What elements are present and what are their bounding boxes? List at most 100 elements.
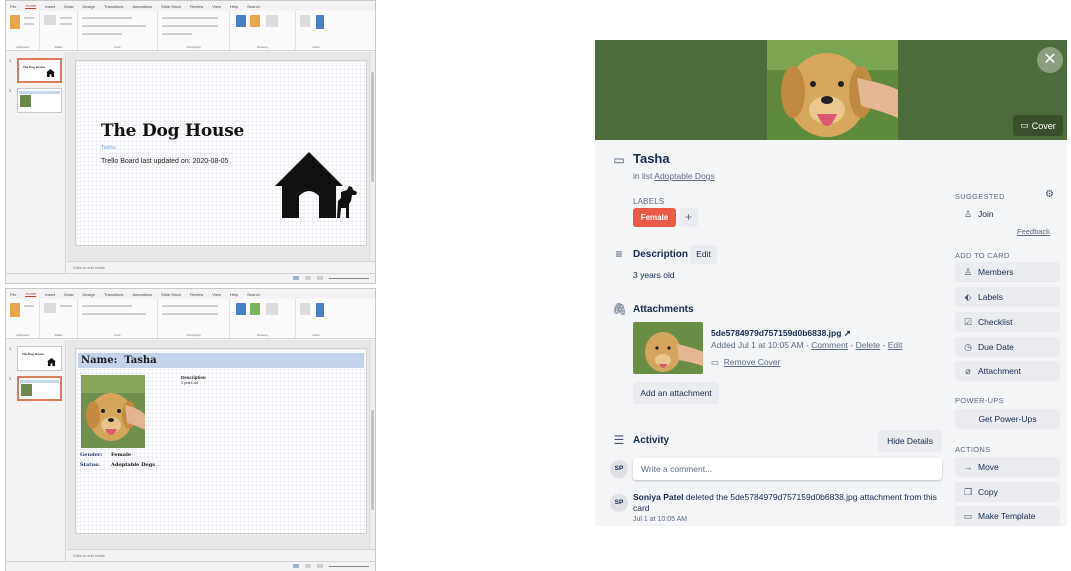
- feedback-link[interactable]: Feedback: [1017, 227, 1050, 236]
- label-female[interactable]: Female: [633, 208, 676, 227]
- zoom-slider[interactable]: [329, 565, 369, 567]
- external-link-icon[interactable]: ↗: [844, 328, 851, 338]
- list-link[interactable]: Adoptable Dogs: [654, 171, 715, 181]
- slide-title[interactable]: The Dog House: [101, 121, 244, 141]
- activity-user[interactable]: Soniya Patel: [633, 492, 684, 502]
- vertical-scrollbar[interactable]: [369, 340, 375, 561]
- ribbon-group-slides[interactable]: Slides: [40, 299, 78, 338]
- labels-button[interactable]: ⬖ Labels: [955, 287, 1060, 307]
- members-button[interactable]: ♙ Members: [955, 262, 1060, 282]
- tab-review[interactable]: Review: [190, 4, 203, 9]
- new-slide-icon[interactable]: [44, 15, 56, 25]
- reading-view-icon[interactable]: [317, 564, 323, 568]
- ribbon-group-slides[interactable]: Slides: [40, 11, 78, 50]
- description-value[interactable]: 3 years old: [181, 381, 198, 385]
- cover-button[interactable]: ▭ Cover: [1013, 115, 1063, 136]
- last-updated-text[interactable]: Trello Board last updated on: 2020-08-05: [101, 158, 228, 165]
- card-title[interactable]: Tasha: [633, 151, 670, 166]
- slide-subtitle[interactable]: Tasha: [101, 145, 116, 151]
- attachment-button[interactable]: ⌀ Attachment: [955, 361, 1060, 381]
- notes-pane[interactable]: Click to add notes: [67, 261, 375, 273]
- remove-cover-link[interactable]: ▭ Remove Cover: [711, 357, 780, 368]
- gear-icon[interactable]: ⚙: [1045, 189, 1054, 200]
- join-button[interactable]: ♙ Join: [955, 204, 1060, 224]
- slide-thumbnail-1[interactable]: The Dog House: [17, 346, 62, 371]
- close-icon[interactable]: ✕: [1037, 47, 1063, 73]
- notes-pane[interactable]: Click to add notes: [67, 549, 375, 561]
- tab-transitions[interactable]: Transitions: [104, 4, 123, 9]
- delete-link[interactable]: Delete: [856, 340, 881, 350]
- new-slide-icon[interactable]: [44, 303, 56, 313]
- reading-view-icon[interactable]: [317, 276, 323, 280]
- due-date-button[interactable]: ◷ Due Date: [955, 337, 1060, 357]
- tab-transitions[interactable]: Transitions: [104, 292, 123, 297]
- comment-input[interactable]: Write a comment...: [633, 458, 942, 480]
- attachment-thumbnail[interactable]: [633, 322, 703, 374]
- tab-animations[interactable]: Animations: [132, 4, 152, 9]
- copy-button[interactable]: ❐ Copy: [955, 482, 1060, 502]
- hide-details-button[interactable]: Hide Details: [878, 430, 942, 452]
- search-box[interactable]: Search: [247, 4, 260, 9]
- activity-timestamp[interactable]: Jul 1 at 10:05 AM: [633, 516, 687, 523]
- add-attachment-button[interactable]: Add an attachment: [633, 382, 719, 404]
- ribbon-group-font[interactable]: Font: [78, 11, 158, 50]
- ribbon-group-paragraph[interactable]: Paragraph: [158, 299, 230, 338]
- add-label-button[interactable]: +: [679, 208, 698, 227]
- paste-icon[interactable]: [10, 15, 20, 29]
- tab-file[interactable]: File: [10, 4, 16, 9]
- status-field[interactable]: Status: Adoptable Dogs: [80, 462, 155, 468]
- tab-file[interactable]: File: [10, 292, 16, 297]
- tab-insert[interactable]: Insert: [45, 4, 55, 9]
- tab-review[interactable]: Review: [190, 292, 203, 297]
- shapes-icon[interactable]: [236, 15, 246, 27]
- slide-canvas[interactable]: The Dog House Tasha Trello Board last up…: [75, 60, 367, 246]
- slide-thumbnail-2[interactable]: [17, 376, 62, 401]
- make-template-button[interactable]: ▭ Make Template: [955, 506, 1060, 526]
- tab-home[interactable]: Home: [25, 3, 37, 9]
- sorter-view-icon[interactable]: [305, 564, 311, 568]
- slide-thumbnail-1[interactable]: The Dog House: [17, 58, 62, 83]
- tab-help[interactable]: Help: [230, 4, 238, 9]
- dog-photo[interactable]: [81, 375, 145, 448]
- tab-view[interactable]: View: [212, 4, 221, 9]
- editing-icon[interactable]: [300, 15, 310, 27]
- slide-thumbnail-2[interactable]: [17, 88, 62, 113]
- dictate-icon[interactable]: [316, 15, 324, 29]
- dictate-icon[interactable]: [316, 303, 324, 317]
- ribbon-group-paragraph[interactable]: Paragraph: [158, 11, 230, 50]
- tab-help[interactable]: Help: [230, 292, 238, 297]
- paste-icon[interactable]: [10, 303, 20, 317]
- quick-styles-icon[interactable]: [266, 15, 278, 27]
- description-heading[interactable]: Description: [181, 375, 206, 380]
- ribbon-group-clipboard[interactable]: Clipboard: [6, 11, 40, 50]
- tab-draw[interactable]: Draw: [64, 292, 73, 297]
- tab-home[interactable]: Home: [25, 291, 37, 297]
- tab-design[interactable]: Design: [82, 292, 94, 297]
- get-power-ups-button[interactable]: Get Power-Ups: [955, 409, 1060, 429]
- avatar[interactable]: SP: [610, 494, 628, 512]
- tab-insert[interactable]: Insert: [45, 292, 55, 297]
- vertical-scrollbar[interactable]: [369, 52, 375, 273]
- arrange-icon[interactable]: [250, 15, 260, 27]
- sorter-view-icon[interactable]: [305, 276, 311, 280]
- attachment-filename[interactable]: 5de5784979d757159d0b6838.jpg ↗: [711, 328, 851, 339]
- move-button[interactable]: → Move: [955, 457, 1060, 477]
- editing-icon[interactable]: [300, 303, 310, 315]
- ribbon-group-voice[interactable]: Voice: [296, 11, 336, 50]
- slide-canvas[interactable]: Name: Tasha Description 3 years old Gend…: [75, 348, 367, 534]
- tab-draw[interactable]: Draw: [64, 4, 73, 9]
- tab-design[interactable]: Design: [82, 4, 94, 9]
- tab-slide-show[interactable]: Slide Show: [161, 4, 181, 9]
- arrange-icon[interactable]: [250, 303, 260, 315]
- ribbon-group-drawing[interactable]: Drawing: [230, 299, 296, 338]
- ribbon-group-clipboard[interactable]: Clipboard: [6, 299, 40, 338]
- gender-field[interactable]: Gender: Female: [80, 452, 131, 458]
- ribbon-group-drawing[interactable]: Drawing: [230, 11, 296, 50]
- dog-name-heading[interactable]: Name: Tasha: [81, 355, 157, 366]
- ribbon-group-font[interactable]: Font: [78, 299, 158, 338]
- tab-view[interactable]: View: [212, 292, 221, 297]
- quick-styles-icon[interactable]: [266, 303, 278, 315]
- description-text[interactable]: 3 years old: [633, 270, 675, 280]
- normal-view-icon[interactable]: [293, 564, 299, 568]
- comment-link[interactable]: Comment: [811, 340, 848, 350]
